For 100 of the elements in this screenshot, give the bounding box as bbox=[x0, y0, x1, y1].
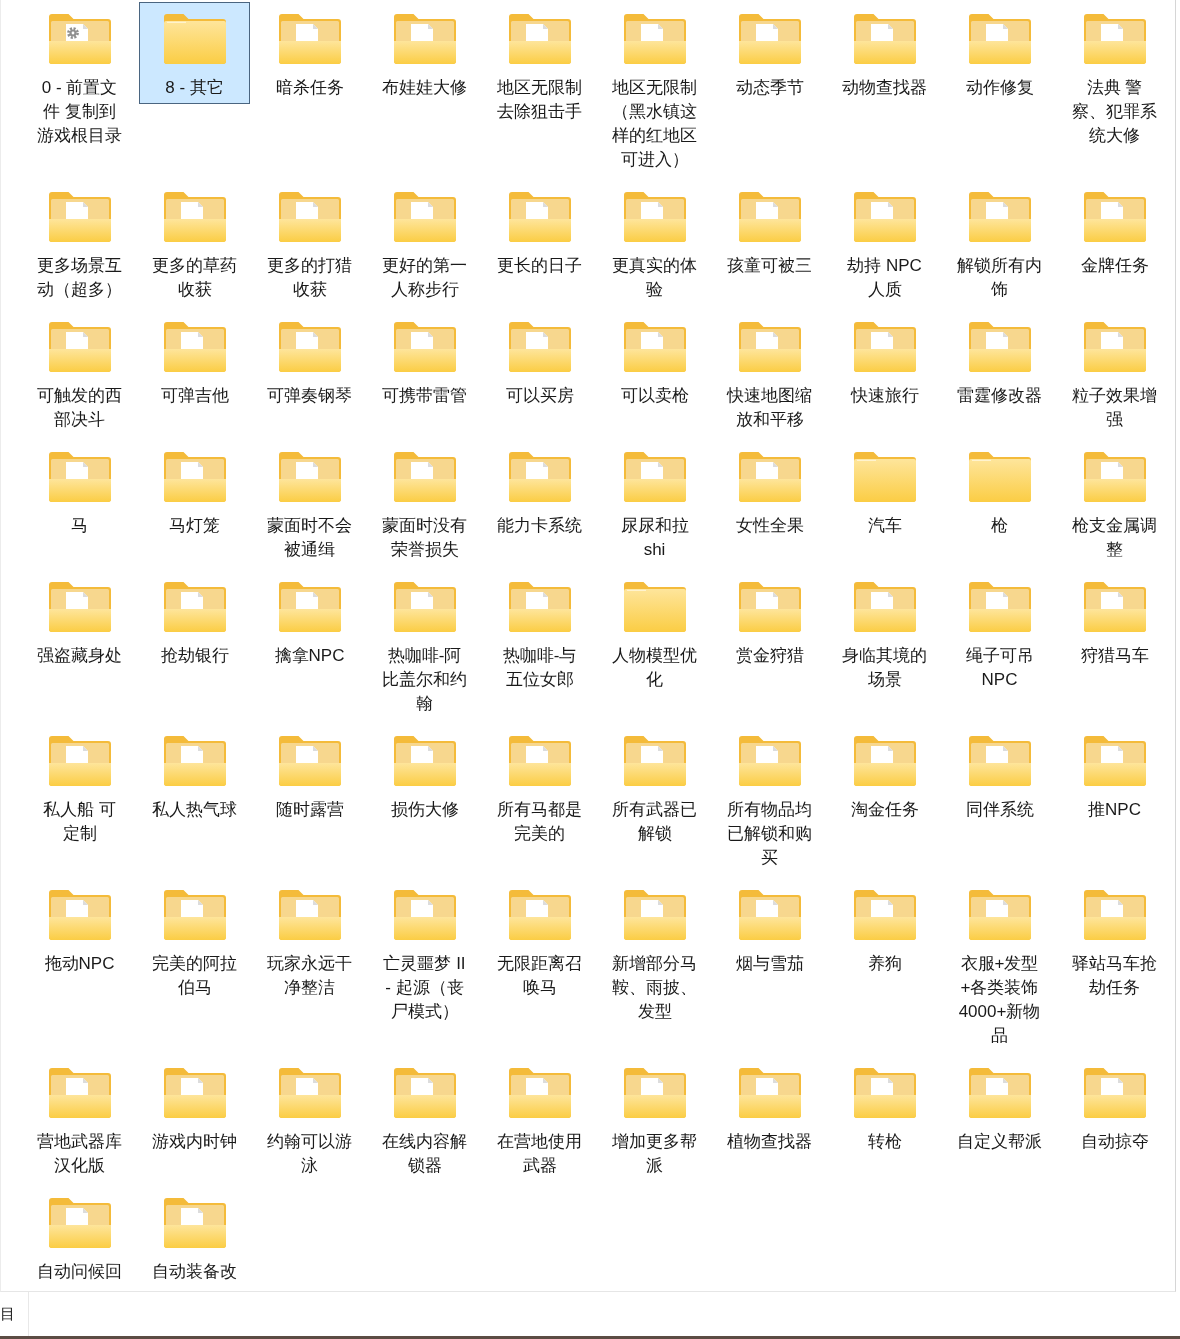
folder-icon bbox=[852, 1067, 917, 1119]
folder-icon bbox=[162, 1197, 227, 1249]
folder-item[interactable]: 自动装备改 bbox=[139, 1186, 250, 1288]
folder-icon bbox=[622, 889, 687, 941]
folder-item[interactable]: 更多场景互动（超多） bbox=[24, 180, 135, 306]
folder-item[interactable]: 私人热气球 bbox=[139, 724, 250, 826]
folder-item[interactable]: 推NPC bbox=[1059, 724, 1170, 826]
folder-item[interactable]: 所有武器已解锁 bbox=[599, 724, 710, 850]
folder-item[interactable]: 更长的日子 bbox=[484, 180, 595, 282]
folder-item[interactable]: 营地武器库汉化版 bbox=[24, 1056, 135, 1182]
folder-icon bbox=[1082, 191, 1147, 243]
folder-item[interactable]: 赏金狩猎 bbox=[714, 570, 825, 672]
folder-item[interactable]: 地区无限制（黑水镇这样的红地区可进入） bbox=[599, 2, 710, 176]
folder-item[interactable]: 可以买房 bbox=[484, 310, 595, 412]
folder-item[interactable]: 人物模型优化 bbox=[599, 570, 710, 696]
folder-item[interactable]: 约翰可以游泳 bbox=[254, 1056, 365, 1182]
folder-item[interactable]: 完美的阿拉伯马 bbox=[139, 878, 250, 1004]
folder-item[interactable]: 孩童可被三 bbox=[714, 180, 825, 282]
folder-item[interactable]: 0 - 前置文件 复制到游戏根目录 bbox=[24, 2, 135, 152]
folder-item[interactable]: 养狗 bbox=[829, 878, 940, 980]
folder-item[interactable]: 自动掠夺 bbox=[1059, 1056, 1170, 1158]
folder-item[interactable]: 地区无限制去除狙击手 bbox=[484, 2, 595, 128]
folder-icon bbox=[622, 735, 687, 787]
folder-item[interactable]: 所有物品均已解锁和购买 bbox=[714, 724, 825, 874]
folder-item[interactable]: 强盗藏身处 bbox=[24, 570, 135, 672]
folder-item[interactable]: 枪 bbox=[944, 440, 1055, 542]
folder-item[interactable]: 动作修复 bbox=[944, 2, 1055, 104]
folder-item[interactable]: 在营地使用武器 bbox=[484, 1056, 595, 1182]
folder-item[interactable]: 抢劫银行 bbox=[139, 570, 250, 672]
folder-item[interactable]: 亡灵噩梦 II - 起源（丧尸模式） bbox=[369, 878, 480, 1028]
folder-item[interactable]: 绳子可吊 NPC bbox=[944, 570, 1055, 696]
folder-item[interactable]: 马 bbox=[24, 440, 135, 542]
folder-item[interactable]: 雷霆修改器 bbox=[944, 310, 1055, 412]
folder-item[interactable]: 所有马都是完美的 bbox=[484, 724, 595, 850]
folder-item[interactable]: 热咖啡-阿比盖尔和约翰 bbox=[369, 570, 480, 720]
folder-icon bbox=[737, 581, 802, 633]
folder-item[interactable]: 可弹吉他 bbox=[139, 310, 250, 412]
folder-item[interactable]: 蒙面时没有荣誉损失 bbox=[369, 440, 480, 566]
folder-item[interactable]: 随时露营 bbox=[254, 724, 365, 826]
folder-item[interactable]: 解锁所有内饰 bbox=[944, 180, 1055, 306]
folder-item[interactable]: 动物查找器 bbox=[829, 2, 940, 104]
folder-item[interactable]: 淘金任务 bbox=[829, 724, 940, 826]
folder-icon bbox=[852, 451, 917, 503]
folder-item[interactable]: 动态季节 bbox=[714, 2, 825, 104]
folder-item[interactable]: 擒拿NPC bbox=[254, 570, 365, 672]
folder-item[interactable]: 更多的打猎收获 bbox=[254, 180, 365, 306]
folder-item[interactable]: 蒙面时不会被通缉 bbox=[254, 440, 365, 566]
folder-item[interactable]: 粒子效果增强 bbox=[1059, 310, 1170, 436]
folder-item[interactable]: 能力卡系统 bbox=[484, 440, 595, 542]
folder-item[interactable]: 法典 警察、犯罪系统大修 bbox=[1059, 2, 1170, 152]
folder-item[interactable]: 在线内容解锁器 bbox=[369, 1056, 480, 1182]
folder-icon bbox=[507, 451, 572, 503]
folder-item[interactable]: 可携带雷管 bbox=[369, 310, 480, 412]
folder-item[interactable]: 损伤大修 bbox=[369, 724, 480, 826]
status-text: 目 bbox=[0, 1304, 16, 1324]
folder-item[interactable]: 金牌任务 bbox=[1059, 180, 1170, 282]
folder-item[interactable]: 可以卖枪 bbox=[599, 310, 710, 412]
folder-item[interactable]: 新增部分马鞍、雨披、发型 bbox=[599, 878, 710, 1028]
folder-item[interactable]: 玩家永远干净整洁 bbox=[254, 878, 365, 1004]
folder-item[interactable]: 同伴系统 bbox=[944, 724, 1055, 826]
folder-item[interactable]: 女性全果 bbox=[714, 440, 825, 542]
folder-item[interactable]: 拖动NPC bbox=[24, 878, 135, 980]
folder-item[interactable]: 马灯笼 bbox=[139, 440, 250, 542]
folder-item[interactable]: 可弹奏钢琴 bbox=[254, 310, 365, 412]
folder-item[interactable]: 植物查找器 bbox=[714, 1056, 825, 1158]
folder-icon bbox=[737, 451, 802, 503]
folder-item[interactable]: 自动问候回 bbox=[24, 1186, 135, 1288]
folder-item[interactable]: 身临其境的场景 bbox=[829, 570, 940, 696]
folder-item[interactable]: 8 - 其它 bbox=[139, 2, 250, 104]
folder-item[interactable]: 无限距离召唤马 bbox=[484, 878, 595, 1004]
folder-item[interactable]: 更好的第一人称步行 bbox=[369, 180, 480, 306]
folder-icon bbox=[1082, 1067, 1147, 1119]
folder-item[interactable]: 更多的草药收获 bbox=[139, 180, 250, 306]
folder-item[interactable]: 衣服+发型+各类装饰4000+新物品 bbox=[944, 878, 1055, 1052]
folder-icon bbox=[967, 191, 1032, 243]
folder-item[interactable]: 尿尿和拉shi bbox=[599, 440, 710, 566]
folder-item[interactable]: 游戏内时钟 bbox=[139, 1056, 250, 1158]
folder-item[interactable]: 热咖啡-与五位女郎 bbox=[484, 570, 595, 696]
folder-icon bbox=[47, 581, 112, 633]
folder-item[interactable]: 可触发的西部决斗 bbox=[24, 310, 135, 436]
folder-item[interactable]: 狩猎马车 bbox=[1059, 570, 1170, 672]
folder-item[interactable]: 自定义帮派 bbox=[944, 1056, 1055, 1158]
folder-item[interactable]: 暗杀任务 bbox=[254, 2, 365, 104]
folder-icon bbox=[162, 321, 227, 373]
folder-item[interactable]: 汽车 bbox=[829, 440, 940, 542]
folder-item[interactable]: 劫持 NPC 人质 bbox=[829, 180, 940, 306]
folder-icon bbox=[507, 735, 572, 787]
folder-item[interactable]: 枪支金属调整 bbox=[1059, 440, 1170, 566]
folder-item[interactable]: 转枪 bbox=[829, 1056, 940, 1158]
folder-item[interactable]: 驿站马车抢劫任务 bbox=[1059, 878, 1170, 1004]
folder-item[interactable]: 快速地图缩放和平移 bbox=[714, 310, 825, 436]
folder-item[interactable]: 烟与雪茄 bbox=[714, 878, 825, 980]
folder-item[interactable]: 私人船 可定制 bbox=[24, 724, 135, 850]
folder-icon bbox=[392, 735, 457, 787]
folder-item[interactable]: 更真实的体验 bbox=[599, 180, 710, 306]
folder-item[interactable]: 布娃娃大修 bbox=[369, 2, 480, 104]
folder-item[interactable]: 快速旅行 bbox=[829, 310, 940, 412]
folder-item[interactable]: 增加更多帮派 bbox=[599, 1056, 710, 1182]
folder-icon bbox=[277, 321, 342, 373]
folder-icon bbox=[47, 451, 112, 503]
